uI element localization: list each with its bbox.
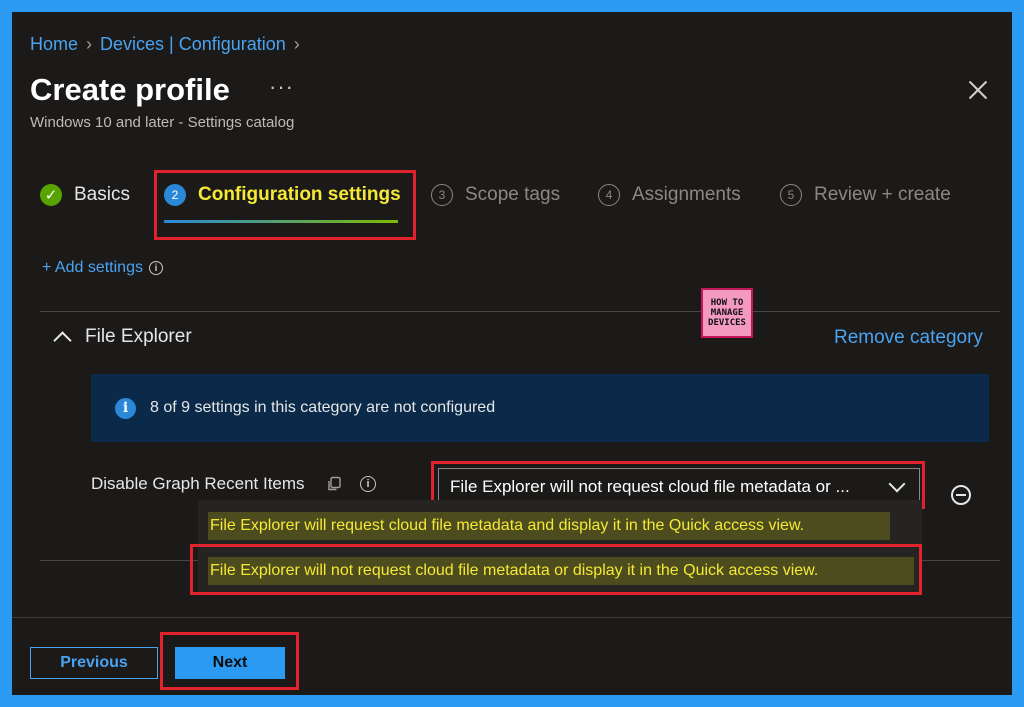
- remove-category-link[interactable]: Remove category: [834, 327, 983, 349]
- category-title: File Explorer: [85, 326, 192, 347]
- setting-info-icon[interactable]: i: [360, 476, 376, 492]
- step-review-create[interactable]: 5 Review + create: [780, 184, 951, 206]
- step-basics[interactable]: ✓ Basics: [40, 184, 130, 206]
- breadcrumb-home[interactable]: Home: [30, 34, 78, 55]
- chevron-right-icon: ›: [293, 34, 300, 54]
- step-number-icon: 4: [598, 184, 620, 206]
- divider: [40, 311, 1000, 312]
- footer-divider: [12, 617, 1012, 618]
- info-banner-text: 8 of 9 settings in this category are not…: [150, 399, 496, 416]
- step-number-icon: 5: [780, 184, 802, 206]
- info-banner: i 8 of 9 settings in this category are n…: [91, 374, 989, 442]
- step-label: Review + create: [814, 184, 951, 205]
- dropdown-option-enable[interactable]: File Explorer will request cloud file me…: [210, 510, 804, 542]
- step-number-icon: 2: [164, 184, 186, 206]
- step-scope-tags[interactable]: 3 Scope tags: [431, 184, 560, 206]
- remove-setting-icon[interactable]: [951, 485, 971, 505]
- chevron-up-icon[interactable]: [53, 330, 72, 350]
- breadcrumb-devices-configuration[interactable]: Devices | Configuration: [100, 34, 286, 55]
- logo-text: MANAGE: [710, 308, 744, 318]
- active-step-underline: [164, 220, 398, 223]
- copy-icon[interactable]: [326, 476, 342, 492]
- breadcrumb: Home › Devices | Configuration ›: [30, 34, 300, 55]
- close-icon[interactable]: [966, 78, 990, 102]
- page-subtitle: Windows 10 and later - Settings catalog: [30, 114, 295, 131]
- how-to-manage-devices-logo: HOW TO MANAGE DEVICES: [701, 288, 753, 338]
- step-label: Configuration settings: [198, 184, 401, 205]
- category-header[interactable]: File Explorer: [53, 326, 192, 350]
- previous-button[interactable]: Previous: [30, 647, 158, 679]
- dropdown-selected-value: File Explorer will not request cloud fil…: [450, 477, 850, 496]
- dropdown-option-disable[interactable]: File Explorer will not request cloud fil…: [210, 555, 818, 587]
- step-label: Basics: [74, 184, 130, 205]
- chevron-down-icon: [888, 475, 906, 493]
- info-icon: i: [115, 397, 136, 419]
- create-profile-panel: Home › Devices | Configuration › Create …: [12, 12, 1012, 695]
- info-icon[interactable]: i: [148, 261, 163, 275]
- chevron-right-icon: ›: [86, 34, 93, 54]
- checkmark-icon: ✓: [40, 184, 62, 206]
- step-assignments[interactable]: 4 Assignments: [598, 184, 741, 206]
- step-number-icon: 3: [431, 184, 453, 206]
- setting-label: Disable Graph Recent Items: [91, 474, 305, 493]
- more-options-icon[interactable]: ···: [269, 74, 294, 100]
- dropdown-options-list: File Explorer will request cloud file me…: [198, 500, 922, 592]
- next-button[interactable]: Next: [175, 647, 285, 679]
- step-configuration-settings[interactable]: 2 Configuration settings: [164, 184, 401, 206]
- page-title: Create profile: [30, 72, 230, 107]
- add-settings-label: + Add settings: [42, 259, 143, 276]
- logo-text: DEVICES: [708, 318, 746, 328]
- logo-text: HOW TO: [710, 298, 744, 308]
- add-settings-link[interactable]: + Add settings i: [42, 259, 163, 277]
- step-label: Assignments: [632, 184, 741, 205]
- step-label: Scope tags: [465, 184, 561, 205]
